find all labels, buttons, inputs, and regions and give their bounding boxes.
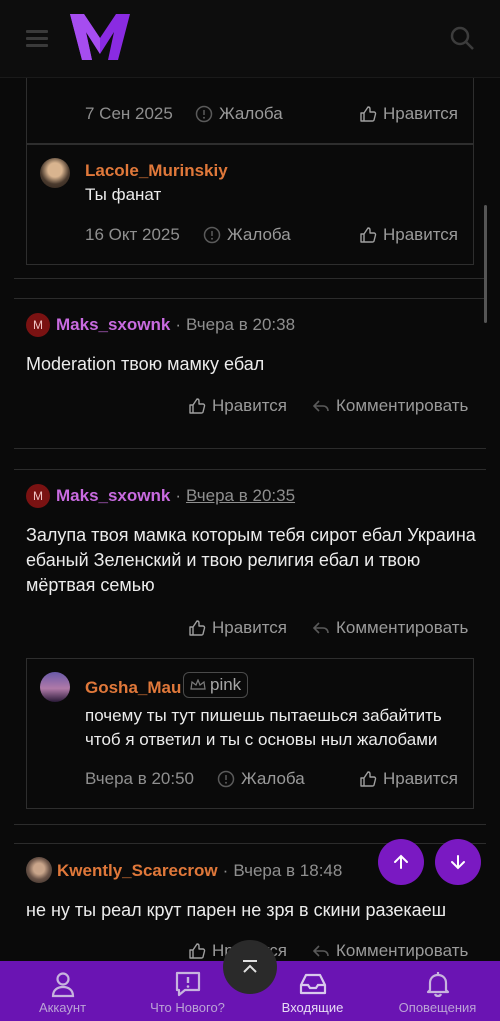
site-logo[interactable] [68, 12, 132, 62]
reply-icon [312, 400, 329, 412]
divider [14, 448, 486, 449]
thumbs-up-icon [360, 227, 377, 243]
separator: · [175, 315, 182, 334]
badge-label: pink [210, 675, 242, 694]
comment-text: не ну ты реал крут парен не зря в скини … [26, 900, 447, 920]
like-label: Нравится [212, 618, 288, 637]
avatar[interactable] [26, 857, 52, 883]
like-button[interactable]: Нравится [188, 618, 287, 638]
complaint-button[interactable]: Жалоба [217, 769, 305, 789]
divider [14, 824, 486, 825]
reply-date: 7 Сен 2025 [85, 104, 173, 123]
bell-icon [426, 972, 449, 998]
reply-card: Gosha_Mau pink почему ты тут пишешь пыта… [26, 658, 474, 809]
search-icon[interactable] [448, 24, 476, 52]
scroll-down-button[interactable] [435, 839, 481, 885]
avatar[interactable]: M [26, 313, 50, 337]
comment-text: Moderation твою мамку ебал [26, 354, 265, 374]
chevron-up-icon [243, 960, 257, 973]
reply-icon [312, 945, 329, 957]
comment-label: Комментировать [336, 941, 469, 960]
comment-header: Kwently_Scarecrow · Вчера в 18:48 [57, 861, 342, 881]
complaint-button[interactable]: Жалоба [203, 225, 291, 245]
comment-author[interactable]: Kwently_Scarecrow [57, 861, 218, 881]
avatar[interactable] [40, 672, 70, 702]
divider [14, 469, 486, 470]
separator: · [222, 861, 229, 880]
avatar[interactable]: M [26, 484, 50, 508]
like-label: Нравится [212, 396, 288, 415]
thumbs-up-icon [189, 398, 206, 414]
divider [14, 298, 486, 299]
comment-time[interactable]: Вчера в 18:48 [233, 861, 342, 881]
comment-author[interactable]: Maks_sxownk [56, 486, 170, 506]
arrow-down-icon [451, 855, 465, 870]
comment-label: Комментировать [336, 618, 469, 637]
alert-icon [217, 770, 235, 788]
user-badge: pink [183, 672, 249, 698]
reply-date: Вчера в 20:50 [85, 769, 195, 788]
alert-icon [195, 105, 213, 123]
scrollbar[interactable] [484, 205, 487, 323]
comment-header: Maks_sxownk · Вчера в 20:35 [56, 486, 295, 506]
comment-button[interactable]: Комментировать [312, 941, 468, 961]
comment-author[interactable]: Maks_sxownk [56, 315, 170, 335]
reply-date: 16 Окт 2025 [85, 225, 180, 244]
crown-icon [190, 679, 206, 690]
reply-text: почему ты тут пишешь пытаешься забайтить… [85, 706, 442, 749]
comment-label: Комментировать [336, 396, 469, 415]
complaint-label: Жалоба [227, 225, 291, 244]
separator: · [175, 486, 182, 505]
nav-label: Входящие [281, 1000, 344, 1015]
nav-label: Аккаунт [38, 1000, 87, 1015]
like-label: Нравится [383, 104, 459, 123]
scroll-up-button[interactable] [378, 839, 424, 885]
comment-time[interactable]: Вчера в 20:35 [186, 486, 295, 506]
reply-author[interactable]: Lacole_Murinskiy [85, 161, 228, 181]
like-button[interactable]: Нравится [359, 769, 458, 789]
thumbs-up-icon [360, 106, 377, 122]
top-bar [0, 0, 500, 78]
reply-icon [312, 622, 329, 634]
comment-header: Maks_sxownk · Вчера в 20:38 [56, 315, 295, 335]
arrow-up-icon [394, 854, 408, 869]
comment-button[interactable]: Комментировать [312, 396, 468, 416]
complaint-label: Жалоба [219, 104, 283, 123]
complaint-label: Жалоба [241, 769, 305, 788]
menu-icon[interactable] [26, 30, 48, 48]
thumbs-up-icon [189, 943, 206, 959]
complaint-button[interactable]: Жалоба [195, 104, 283, 124]
avatar[interactable] [40, 158, 70, 188]
like-button[interactable]: Нравится [359, 225, 458, 245]
alert-icon [203, 226, 221, 244]
nav-label: Оповещения [398, 1000, 477, 1015]
like-button[interactable]: Нравится [359, 104, 458, 124]
whats-new-icon [175, 971, 200, 997]
inbox-icon [299, 973, 326, 995]
nav-item-notifications[interactable]: Оповещения [375, 961, 500, 1021]
comment-time[interactable]: Вчера в 20:38 [186, 315, 295, 335]
user-icon [51, 972, 74, 998]
reply-author[interactable]: Gosha_Mau [85, 678, 181, 698]
like-button[interactable]: Нравится [188, 396, 287, 416]
like-label: Нравится [383, 769, 459, 788]
scroll-to-top-button[interactable] [223, 940, 277, 994]
nav-item-account[interactable]: Аккаунт [0, 961, 125, 1021]
divider [14, 278, 486, 279]
like-label: Нравится [383, 225, 459, 244]
nav-label: Что Нового? [150, 1000, 225, 1015]
reply-card: Lacole_Murinskiy Ты фанат 16 Окт 2025 Жа… [26, 144, 474, 265]
thumbs-up-icon [189, 620, 206, 636]
thumbs-up-icon [360, 771, 377, 787]
reply-text: Ты фанат [85, 185, 162, 204]
comment-text: Залупа твоя мамка которым тебя сирот еба… [26, 525, 476, 595]
comment-button[interactable]: Комментировать [312, 618, 468, 638]
